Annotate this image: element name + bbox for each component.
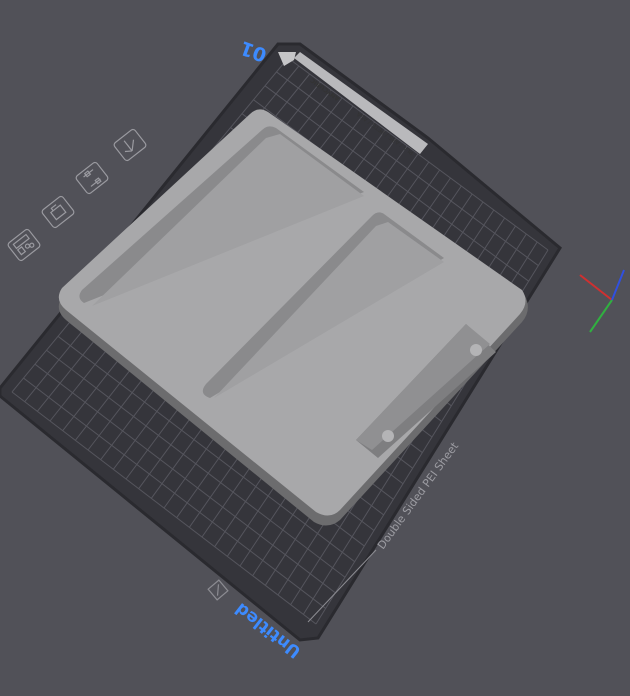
layout-icon[interactable] — [113, 128, 147, 162]
3d-viewport[interactable]: ANYCUBIC PLA / ABS / PETG / ASA 01 Doubl… — [0, 0, 630, 696]
settings-icon[interactable] — [75, 161, 109, 195]
lock-icon[interactable] — [41, 195, 75, 229]
axes-gizmo — [579, 269, 625, 333]
arrange-icon[interactable] — [7, 228, 41, 262]
plate-index[interactable]: 01 — [237, 36, 269, 66]
edit-plate-name-icon[interactable] — [207, 579, 229, 601]
